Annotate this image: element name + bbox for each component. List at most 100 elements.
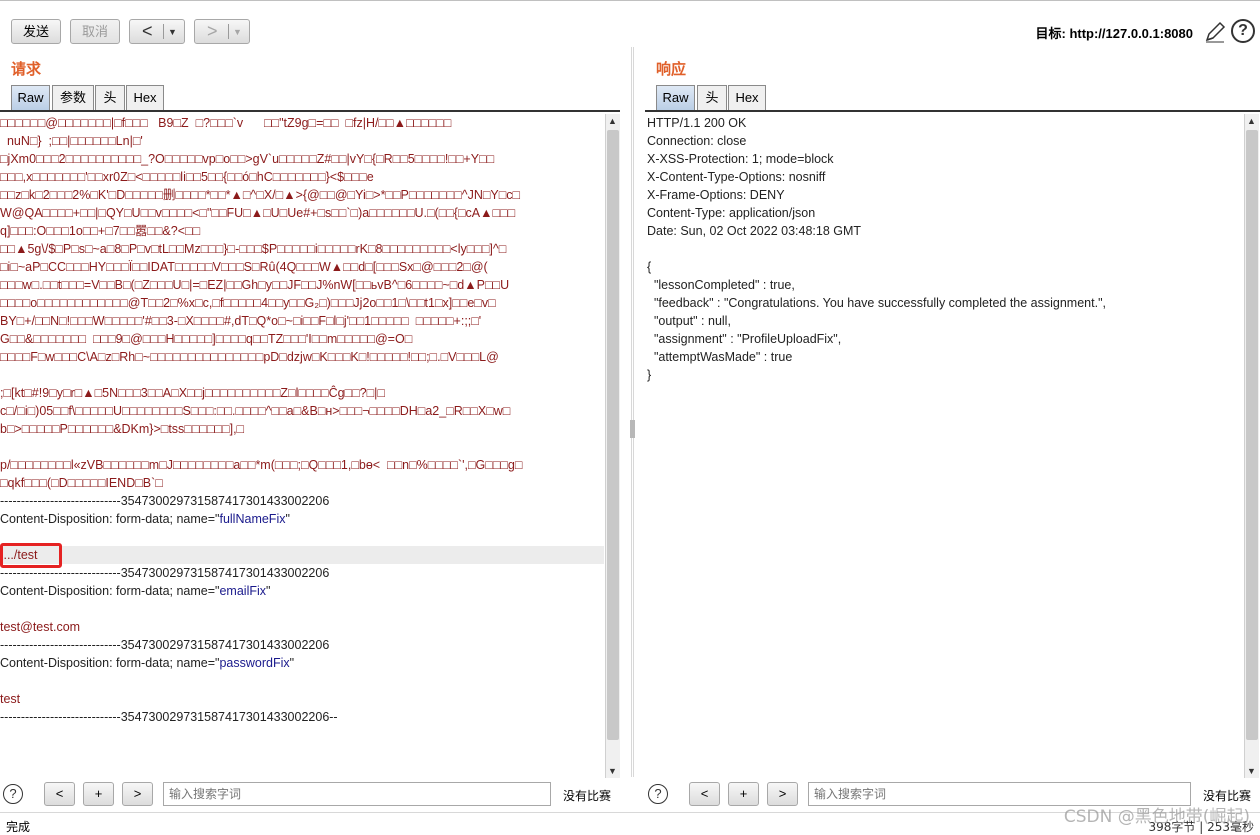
request-scrollbar[interactable]: ▲ ▼ bbox=[605, 114, 620, 778]
request-line: □□□□F□w□□□C\A□z□Rh□~□□□□□□□□□□□□□□□pD□dz… bbox=[0, 350, 499, 364]
scroll-up-icon[interactable]: ▲ bbox=[1247, 116, 1256, 126]
prev-match-button[interactable]: < bbox=[44, 782, 75, 806]
divider bbox=[228, 24, 229, 39]
tab-params[interactable]: 参数 bbox=[52, 85, 94, 111]
request-line: test@test.com bbox=[0, 620, 81, 634]
chevron-left-icon: < bbox=[142, 21, 153, 41]
response-scrollbar[interactable]: ▲ ▼ bbox=[1244, 114, 1259, 778]
request-line: ..../test bbox=[0, 546, 604, 564]
next-match-button[interactable]: > bbox=[767, 782, 798, 806]
request-line: b□>□□□□□P□□□□□□&DKm}>□tss□□□□□□],□ bbox=[0, 422, 245, 436]
next-match-button[interactable]: > bbox=[122, 782, 153, 806]
request-line bbox=[0, 672, 604, 690]
search-input[interactable] bbox=[163, 782, 551, 806]
request-line bbox=[0, 366, 604, 384]
send-button[interactable]: 发送 bbox=[11, 19, 61, 44]
response-title: 响应 bbox=[656, 60, 687, 78]
request-line: □jXm0□□□2□□□□□□□□□□_?O□□□□□vp□o□□>gV`u□□… bbox=[0, 152, 495, 166]
tab-raw[interactable]: Raw bbox=[656, 85, 695, 111]
dropdown-arrow-icon[interactable]: ▼ bbox=[168, 24, 177, 40]
response-line: X-Content-Type-Options: nosniff bbox=[647, 170, 826, 184]
response-line: "lessonCompleted" : true, bbox=[647, 278, 795, 292]
request-line: BY□+/□□N□!□□□W□□□□□'#□□3-□X□□□□#,dT□Q*o□… bbox=[0, 314, 482, 328]
request-line: □qkf□□□(□D□□□□□IEND□B`□ bbox=[0, 476, 163, 490]
request-search-bar: ? < + > 没有比赛 bbox=[0, 778, 630, 812]
chevron-right-icon: > bbox=[207, 21, 218, 41]
help-icon[interactable]: ? bbox=[1231, 19, 1255, 43]
response-line: X-Frame-Options: DENY bbox=[647, 188, 785, 202]
scroll-thumb[interactable] bbox=[607, 130, 619, 740]
tab-headers[interactable]: 头 bbox=[95, 85, 125, 111]
request-line bbox=[0, 528, 604, 546]
request-line bbox=[0, 600, 604, 618]
response-line: Date: Sun, 02 Oct 2022 03:48:18 GMT bbox=[647, 224, 862, 238]
tab-raw[interactable]: Raw bbox=[11, 85, 50, 111]
pane-divider[interactable] bbox=[631, 47, 634, 777]
response-line: } bbox=[647, 368, 652, 382]
request-line: -----------------------------35473002973… bbox=[0, 494, 330, 508]
request-line: W@QA□□□□+□□|□QY□U□□v□□□□<□"□□FU□▲□U□Ue#+… bbox=[0, 206, 516, 220]
divider bbox=[163, 24, 164, 39]
divider-grip[interactable] bbox=[630, 420, 635, 438]
response-line: "assignment" : "ProfileUploadFix", bbox=[647, 332, 842, 346]
request-line: q]□□□:O□□□1o□□+□7□□嚣□□&?<□□ bbox=[0, 224, 201, 238]
watermark: CSDN @黑色地带(崛起) bbox=[1063, 807, 1250, 827]
request-line: □□□,x□□□□□□□'□□xr0Z□<□□□□□li□□5□□{□□ó□hC… bbox=[0, 170, 374, 184]
tab-hex[interactable]: Hex bbox=[126, 85, 164, 111]
request-line bbox=[0, 438, 604, 456]
request-line: Content-Disposition: form-data; name="pa… bbox=[0, 656, 295, 670]
request-line: test bbox=[0, 692, 21, 706]
target-label: 目标: http://127.0.0.1:8080 bbox=[1035, 26, 1194, 41]
response-line: "attemptWasMade" : true bbox=[647, 350, 793, 364]
response-line: { bbox=[647, 260, 652, 274]
request-line: ;□[kt□#!9□y□r□▲□5N□□□3□□A□X□□j□□□□□□□□□□… bbox=[0, 386, 385, 400]
request-title: 请求 bbox=[11, 60, 42, 78]
request-line: c□/□i□)05□□f\□□□□□U□□□□□□□□S□□□:□□.□□□□^… bbox=[0, 404, 511, 418]
request-line: nuN□} ;□□|□□□□□□Ln|□' bbox=[0, 134, 143, 148]
request-line: Content-Disposition: form-data; name="fu… bbox=[0, 512, 290, 526]
response-line: X-XSS-Protection: 1; mode=block bbox=[647, 152, 834, 166]
tab-underline bbox=[645, 110, 1260, 112]
scroll-down-icon[interactable]: ▼ bbox=[608, 766, 617, 776]
request-line: □□□□□□@□□□□□□□|□f□□□ B9□Z □?□□□`v □□"tZ9… bbox=[0, 116, 452, 130]
help-icon[interactable]: ? bbox=[3, 784, 23, 804]
request-line: -----------------------------35473002973… bbox=[0, 710, 338, 724]
request-line: □□□w□.□□t□□□=V□□B□(□Z□□□U□|=□EZ|□□Gh□y□□… bbox=[0, 278, 510, 292]
add-button[interactable]: + bbox=[83, 782, 114, 806]
edit-target-icon[interactable] bbox=[1204, 20, 1226, 44]
response-line: Content-Type: application/json bbox=[647, 206, 816, 220]
back-button[interactable]: < ▼ bbox=[129, 19, 185, 44]
response-editor[interactable]: HTTP/1.1 200 OK Connection: close X-XSS-Pr… bbox=[645, 114, 1243, 778]
response-line: HTTP/1.1 200 OK bbox=[647, 116, 747, 130]
request-editor[interactable]: □□□□□□@□□□□□□□|□f□□□ B9□Z □?□□□`v □□"tZ9… bbox=[0, 114, 604, 778]
forward-button[interactable]: > ▼ bbox=[194, 19, 250, 44]
request-line: □i□~aP□CC□□□HY□□□Ï□□IDAT□□□□□V□□□S□Rû(4Q… bbox=[0, 260, 488, 274]
scroll-down-icon[interactable]: ▼ bbox=[1247, 766, 1256, 776]
match-count: 没有比赛 bbox=[563, 789, 612, 803]
request-line: -----------------------------35473002973… bbox=[0, 638, 330, 652]
response-line: "output" : null, bbox=[647, 314, 731, 328]
request-line: □□□□o□□□□□□□□□□□□@T□□2□%x□c,□f□□□□□4□□y□… bbox=[0, 296, 496, 310]
request-line: -----------------------------35473002973… bbox=[0, 566, 330, 580]
cancel-button[interactable]: 取消 bbox=[70, 19, 120, 44]
response-line: "feedback" : "Congratulations. You have … bbox=[647, 296, 1106, 310]
response-line: Connection: close bbox=[647, 134, 747, 148]
toolbar: 发送 取消 < ▼ > ▼ 目标: http://127.0.0.1:8080 … bbox=[0, 0, 1260, 47]
prev-match-button[interactable]: < bbox=[689, 782, 720, 806]
request-line: G□□&□□□□□□□ □□□9□@□□□H□□□□□]□□□□q□□TZ□□□… bbox=[0, 332, 413, 346]
tab-underline bbox=[0, 110, 620, 112]
tab-hex[interactable]: Hex bbox=[728, 85, 766, 111]
dropdown-arrow-icon[interactable]: ▼ bbox=[233, 24, 242, 40]
help-icon[interactable]: ? bbox=[648, 784, 668, 804]
highlight-box bbox=[0, 543, 62, 568]
add-button[interactable]: + bbox=[728, 782, 759, 806]
request-line: Content-Disposition: form-data; name="em… bbox=[0, 584, 271, 598]
request-line: □□z□k□2□□□2%□K'□D□□□□□删□□□□*□□*▲□^□X/□▲>… bbox=[0, 188, 521, 202]
request-line: p/□□□□□□□□l«zVB□□□□□□m□J□□□□□□□□a□□*m(□□… bbox=[0, 458, 523, 472]
request-line: □□▲5g\/$□P□s□~a□8□P□v□tL□□Mz□□□}□-□□□$P□… bbox=[0, 242, 507, 256]
scroll-thumb[interactable] bbox=[1246, 130, 1258, 740]
scroll-up-icon[interactable]: ▲ bbox=[608, 116, 617, 126]
status-text: 完成 bbox=[6, 820, 31, 834]
tab-headers[interactable]: 头 bbox=[697, 85, 727, 111]
response-line bbox=[647, 240, 1243, 258]
